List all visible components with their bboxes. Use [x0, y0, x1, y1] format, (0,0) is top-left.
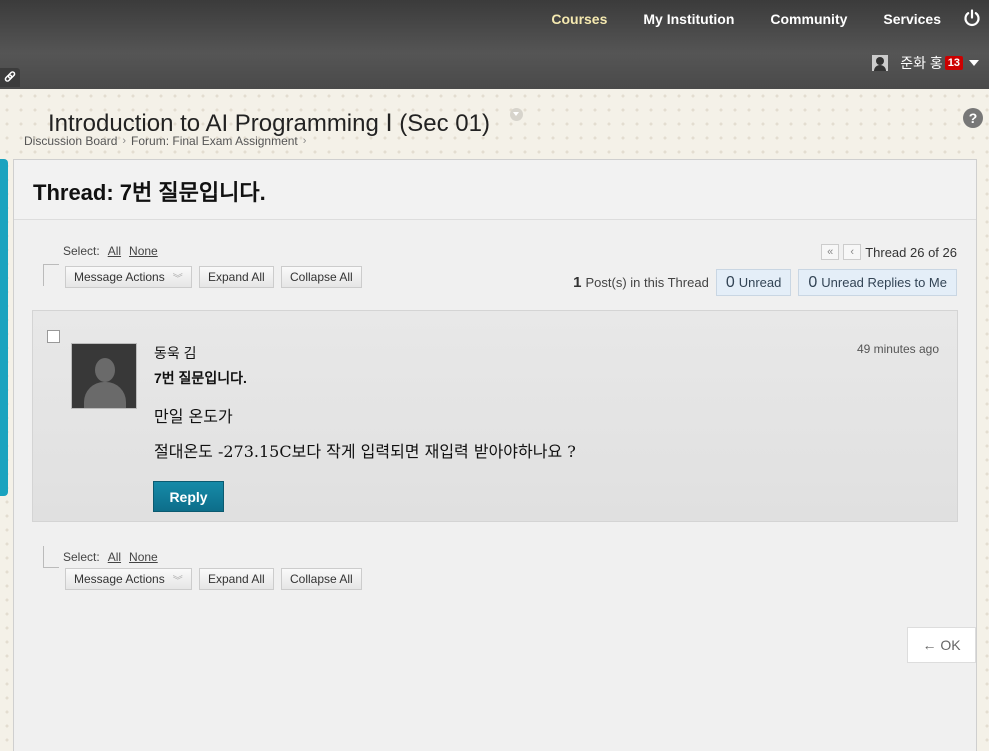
chevron-down-icon[interactable] — [510, 108, 523, 121]
thread-pager: « ‹ Thread 26 of 26 — [821, 244, 957, 260]
thread-position: Thread 26 of 26 — [865, 244, 957, 260]
chevron-down-icon[interactable] — [969, 60, 979, 66]
course-menu-toggle[interactable] — [0, 159, 8, 496]
thread-counts: 1 Post(s) in this Thread 0 Unread 0 Unre… — [573, 269, 957, 296]
chevron-right-icon: › — [302, 135, 307, 147]
avatar — [71, 343, 137, 409]
arrow-icon — [43, 546, 59, 568]
select-controls-bottom: Select: All None — [63, 550, 158, 564]
top-header: Courses My Institution Community Service… — [0, 0, 989, 89]
quick-links-tab[interactable] — [0, 68, 20, 87]
nav-courses[interactable]: Courses — [551, 11, 607, 27]
message-actions-label: Message Actions — [74, 572, 165, 586]
post-subject: 7번 질문입니다. — [154, 370, 247, 386]
thread-panel: Thread: 7번 질문입니다. Select: All None Messa… — [13, 159, 977, 751]
chevron-right-icon: › — [122, 135, 127, 147]
chevron-double-down-icon: ︾ — [172, 575, 183, 587]
power-icon[interactable] — [963, 9, 981, 27]
breadcrumb-discussion-board[interactable]: Discussion Board — [24, 134, 117, 148]
collapse-all-button[interactable]: Collapse All — [281, 568, 362, 590]
user-avatar — [872, 55, 889, 71]
breadcrumb: Discussion Board › Forum: Final Exam Ass… — [24, 134, 311, 148]
select-all-link[interactable]: All — [108, 244, 121, 258]
post-timestamp: 49 minutes ago — [856, 342, 939, 356]
thread-post: 동욱 김 49 minutes ago 7번 질문입니다. 만일 온도가 절대온… — [32, 310, 958, 522]
message-actions-button[interactable]: Message Actions ︾ — [65, 568, 192, 590]
arrow-icon — [43, 264, 59, 286]
nav-my-institution[interactable]: My Institution — [643, 11, 734, 27]
unread-replies-count: 0 — [808, 273, 818, 291]
unread-replies-filter[interactable]: 0 Unread Replies to Me — [798, 269, 957, 296]
top-nav: Courses My Institution Community Service… — [551, 11, 989, 27]
breadcrumb-forum[interactable]: Forum: Final Exam Assignment — [131, 134, 298, 148]
expand-all-button[interactable]: Expand All — [199, 568, 274, 590]
select-label: Select: — [63, 550, 100, 564]
first-page-icon[interactable]: « — [821, 244, 840, 260]
select-all-link[interactable]: All — [108, 550, 121, 564]
select-none-link[interactable]: None — [129, 550, 158, 564]
ok-button[interactable]: ← OK — [907, 627, 976, 663]
chevron-double-down-icon: ︾ — [172, 273, 183, 285]
unread-filter[interactable]: 0 Unread — [715, 269, 792, 296]
select-label: Select: — [63, 244, 100, 258]
user-name: 준화 홍 — [900, 55, 943, 71]
notification-badge: 13 — [944, 56, 963, 70]
unread-label: Unread — [738, 275, 782, 290]
help-icon[interactable]: ? — [963, 108, 983, 128]
post-count-label: Post(s) in this Thread — [585, 275, 709, 290]
expand-all-button[interactable]: Expand All — [199, 266, 274, 288]
collapse-all-button[interactable]: Collapse All — [281, 266, 362, 288]
unread-replies-label: Unread Replies to Me — [821, 275, 947, 290]
post-author: 동욱 김 — [154, 345, 197, 361]
unread-count: 0 — [725, 273, 735, 291]
message-actions-label: Message Actions — [74, 270, 165, 284]
nav-community[interactable]: Community — [770, 11, 847, 27]
post-count: 1 — [573, 274, 582, 291]
select-none-link[interactable]: None — [129, 244, 158, 258]
post-body-line: 절대온도 -273.15C보다 작게 입력되면 재입력 받아야하나요 ? — [154, 442, 576, 461]
prev-page-icon[interactable]: ‹ — [843, 244, 862, 260]
thread-header: Thread: 7번 질문입니다. — [14, 160, 976, 220]
link-icon — [4, 71, 16, 82]
select-controls: Select: All None — [63, 244, 158, 258]
post-body-line: 만일 온도가 — [154, 407, 233, 426]
thread-title: Thread: 7번 질문입니다. — [33, 180, 266, 205]
user-menu[interactable]: 준화 홍 13 — [872, 53, 979, 73]
post-checkbox[interactable] — [47, 330, 60, 343]
reply-button[interactable]: Reply — [153, 481, 224, 512]
message-actions-button[interactable]: Message Actions ︾ — [65, 266, 192, 288]
nav-services[interactable]: Services — [883, 11, 941, 27]
